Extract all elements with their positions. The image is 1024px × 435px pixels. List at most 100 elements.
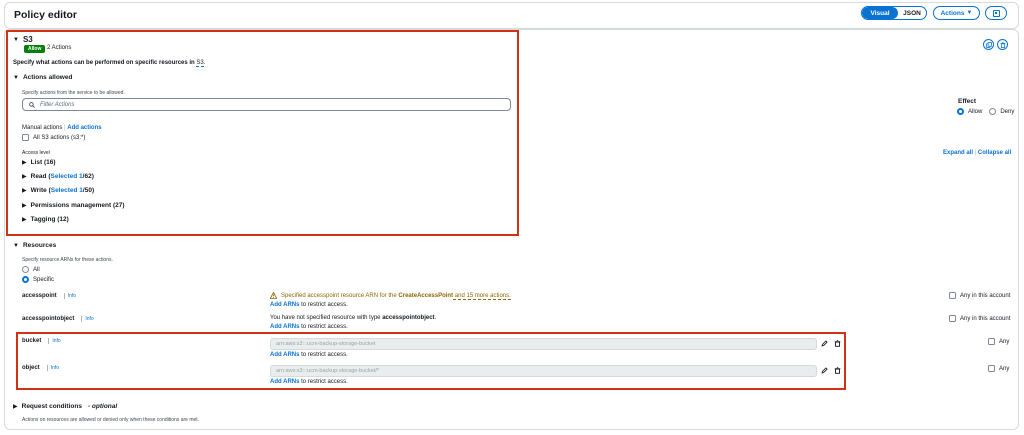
resources-toggle[interactable]: ▼ Resources: [13, 242, 56, 249]
access-level-group[interactable]: ▶ Write (Selected 1/50): [22, 187, 94, 194]
add-actions-link[interactable]: Add actions: [67, 125, 101, 131]
object-info-link[interactable]: Info: [46, 365, 59, 371]
filter-actions-input[interactable]: Filter Actions: [22, 98, 511, 111]
request-conditions-toggle[interactable]: ▶ Request conditions - optional: [13, 403, 117, 410]
resources-all-row[interactable]: All: [22, 266, 40, 273]
object-arn-input[interactable]: arn:aws:s3:::ucm-backup-storage-bucket/*: [270, 365, 817, 377]
effect-badge: Allow: [24, 45, 46, 53]
access-level-group-label: Read (Selected 1/62): [30, 173, 94, 180]
actions-dropdown-label: Actions: [940, 9, 965, 17]
bucket-delete-button[interactable]: [834, 340, 841, 349]
remove-statement-button[interactable]: [997, 39, 1008, 50]
object-add-arns: Add ARNs to restrict access.: [270, 379, 348, 385]
bucket-edit-button[interactable]: [821, 340, 828, 349]
access-level-group[interactable]: ▶ Permissions management (27): [22, 202, 125, 209]
effect-label: Effect: [958, 98, 977, 105]
resources-specific-row[interactable]: Specific: [22, 276, 54, 283]
bucket-resource-label: bucket Info: [22, 338, 61, 344]
object-resource-label: object Info: [22, 365, 59, 371]
service-description: Specify what actions can be performed on…: [13, 60, 206, 67]
trash-icon: [834, 340, 841, 347]
accesspoint-info-link[interactable]: Info: [63, 293, 76, 299]
accesspointobject-info-link[interactable]: Info: [81, 316, 94, 322]
caret-right-icon: ▶: [22, 217, 27, 223]
bucket-any-label: Any: [999, 338, 1010, 345]
caret-down-icon: ▼: [13, 74, 19, 81]
expand-all-link[interactable]: Expand all: [943, 150, 973, 156]
resources-all-radio[interactable]: [22, 266, 29, 273]
all-actions-checkbox-row[interactable]: All S3 actions (s3:*): [22, 134, 85, 141]
bucket-add-arns: Add ARNs to restrict access.: [270, 352, 348, 358]
access-level-group-label: Tagging (12): [30, 216, 69, 223]
all-actions-label: All S3 actions (s3:*): [33, 134, 86, 141]
more-actions-link[interactable]: and 15 more actions.: [453, 292, 511, 300]
request-conditions-optional: - optional: [87, 403, 118, 410]
bucket-any-row[interactable]: Any: [988, 338, 1009, 345]
trash-icon: [1000, 41, 1005, 48]
mode-visual-button[interactable]: Visual: [862, 7, 898, 19]
resources-specific-label: Specific: [33, 276, 55, 283]
accesspointobject-name: accesspointobject: [22, 316, 75, 322]
caret-right-icon: ▶: [22, 203, 27, 209]
fullscreen-button[interactable]: [985, 6, 1007, 20]
service-link[interactable]: S3: [196, 60, 204, 67]
bucket-arn-input[interactable]: arn:aws:s3:::ucm-backup-storage-bucket: [270, 338, 817, 350]
accesspoint-add-arns-link[interactable]: Add ARNs: [270, 302, 299, 308]
selected-count: Selected 1: [50, 187, 83, 194]
pencil-icon: [821, 367, 828, 374]
selected-count: Selected 1: [50, 173, 83, 180]
service-toggle[interactable]: ▼ S3: [13, 35, 33, 44]
object-any-row[interactable]: Any: [988, 365, 1009, 372]
actions-count: 2 Actions: [47, 45, 72, 51]
resources-specific-radio[interactable]: [22, 276, 29, 283]
accesspoint-any-checkbox[interactable]: [949, 292, 956, 299]
all-actions-checkbox[interactable]: [22, 134, 29, 141]
duplicate-statement-button[interactable]: [983, 39, 994, 50]
access-level-group[interactable]: ▶ List (16): [22, 159, 56, 166]
caret-down-icon: ▼: [13, 36, 19, 43]
object-any-checkbox[interactable]: [988, 365, 995, 372]
actions-dropdown-button[interactable]: Actions ▼: [933, 6, 980, 20]
accesspointobject-resource-label: accesspointobject Info: [22, 316, 94, 322]
bucket-name: bucket: [22, 338, 42, 344]
accesspointobject-any-row[interactable]: Any in this account: [949, 315, 1010, 322]
resources-hint: Specify resource ARNs for these actions.: [22, 257, 113, 263]
collapse-all-link[interactable]: Collapse all: [978, 150, 1011, 156]
accesspointobject-add-arns-link[interactable]: Add ARNs: [270, 324, 299, 330]
accesspointobject-any-checkbox[interactable]: [949, 315, 956, 322]
access-level-group-label: List (16): [30, 159, 56, 166]
effect-radio-group: Allow Deny: [957, 108, 1014, 115]
effect-deny-radio[interactable]: [989, 108, 997, 115]
resources-heading: Resources: [22, 242, 57, 249]
caret-down-icon: ▼: [13, 242, 19, 249]
access-level-group-label: Permissions management (27): [30, 202, 125, 209]
accesspoint-any-label: Any in this account: [960, 292, 1011, 299]
mode-json-button[interactable]: JSON: [898, 7, 926, 19]
accesspoint-resource-label: accesspoint Info: [22, 293, 76, 299]
object-delete-button[interactable]: [834, 367, 841, 376]
pencil-icon: [821, 340, 828, 347]
manual-actions-label: Manual actions: [22, 125, 63, 131]
bucket-any-checkbox[interactable]: [988, 338, 995, 345]
accesspoint-any-row[interactable]: Any in this account: [949, 292, 1010, 299]
accesspoint-name: accesspoint: [22, 293, 57, 299]
manual-actions-row: Manual actions | Add actions: [22, 125, 102, 131]
actions-allowed-heading: Actions allowed: [22, 74, 73, 81]
editor-mode-toggle[interactable]: Visual JSON: [861, 6, 927, 20]
object-add-arns-link[interactable]: Add ARNs: [270, 379, 299, 385]
bucket-info-link[interactable]: Info: [48, 338, 61, 344]
effect-allow-radio[interactable]: [957, 108, 964, 115]
search-icon: [29, 101, 35, 108]
bucket-add-arns-link[interactable]: Add ARNs: [270, 352, 299, 358]
access-level-group[interactable]: ▶ Read (Selected 1/62): [22, 173, 94, 180]
service-name: S3: [22, 35, 33, 44]
accesspoint-warning: Specified accesspoint resource ARN for t…: [270, 292, 511, 300]
request-conditions-heading: Request conditions: [21, 403, 82, 410]
object-edit-button[interactable]: [821, 367, 828, 376]
access-level-group[interactable]: ▶ Tagging (12): [22, 216, 69, 223]
effect-deny-label: Deny: [1000, 108, 1015, 115]
statement-tools: [983, 39, 1008, 50]
actions-allowed-toggle[interactable]: ▼ Actions allowed: [13, 74, 72, 81]
caret-right-icon: ▶: [22, 160, 27, 166]
caret-right-icon: ▶: [22, 188, 27, 194]
